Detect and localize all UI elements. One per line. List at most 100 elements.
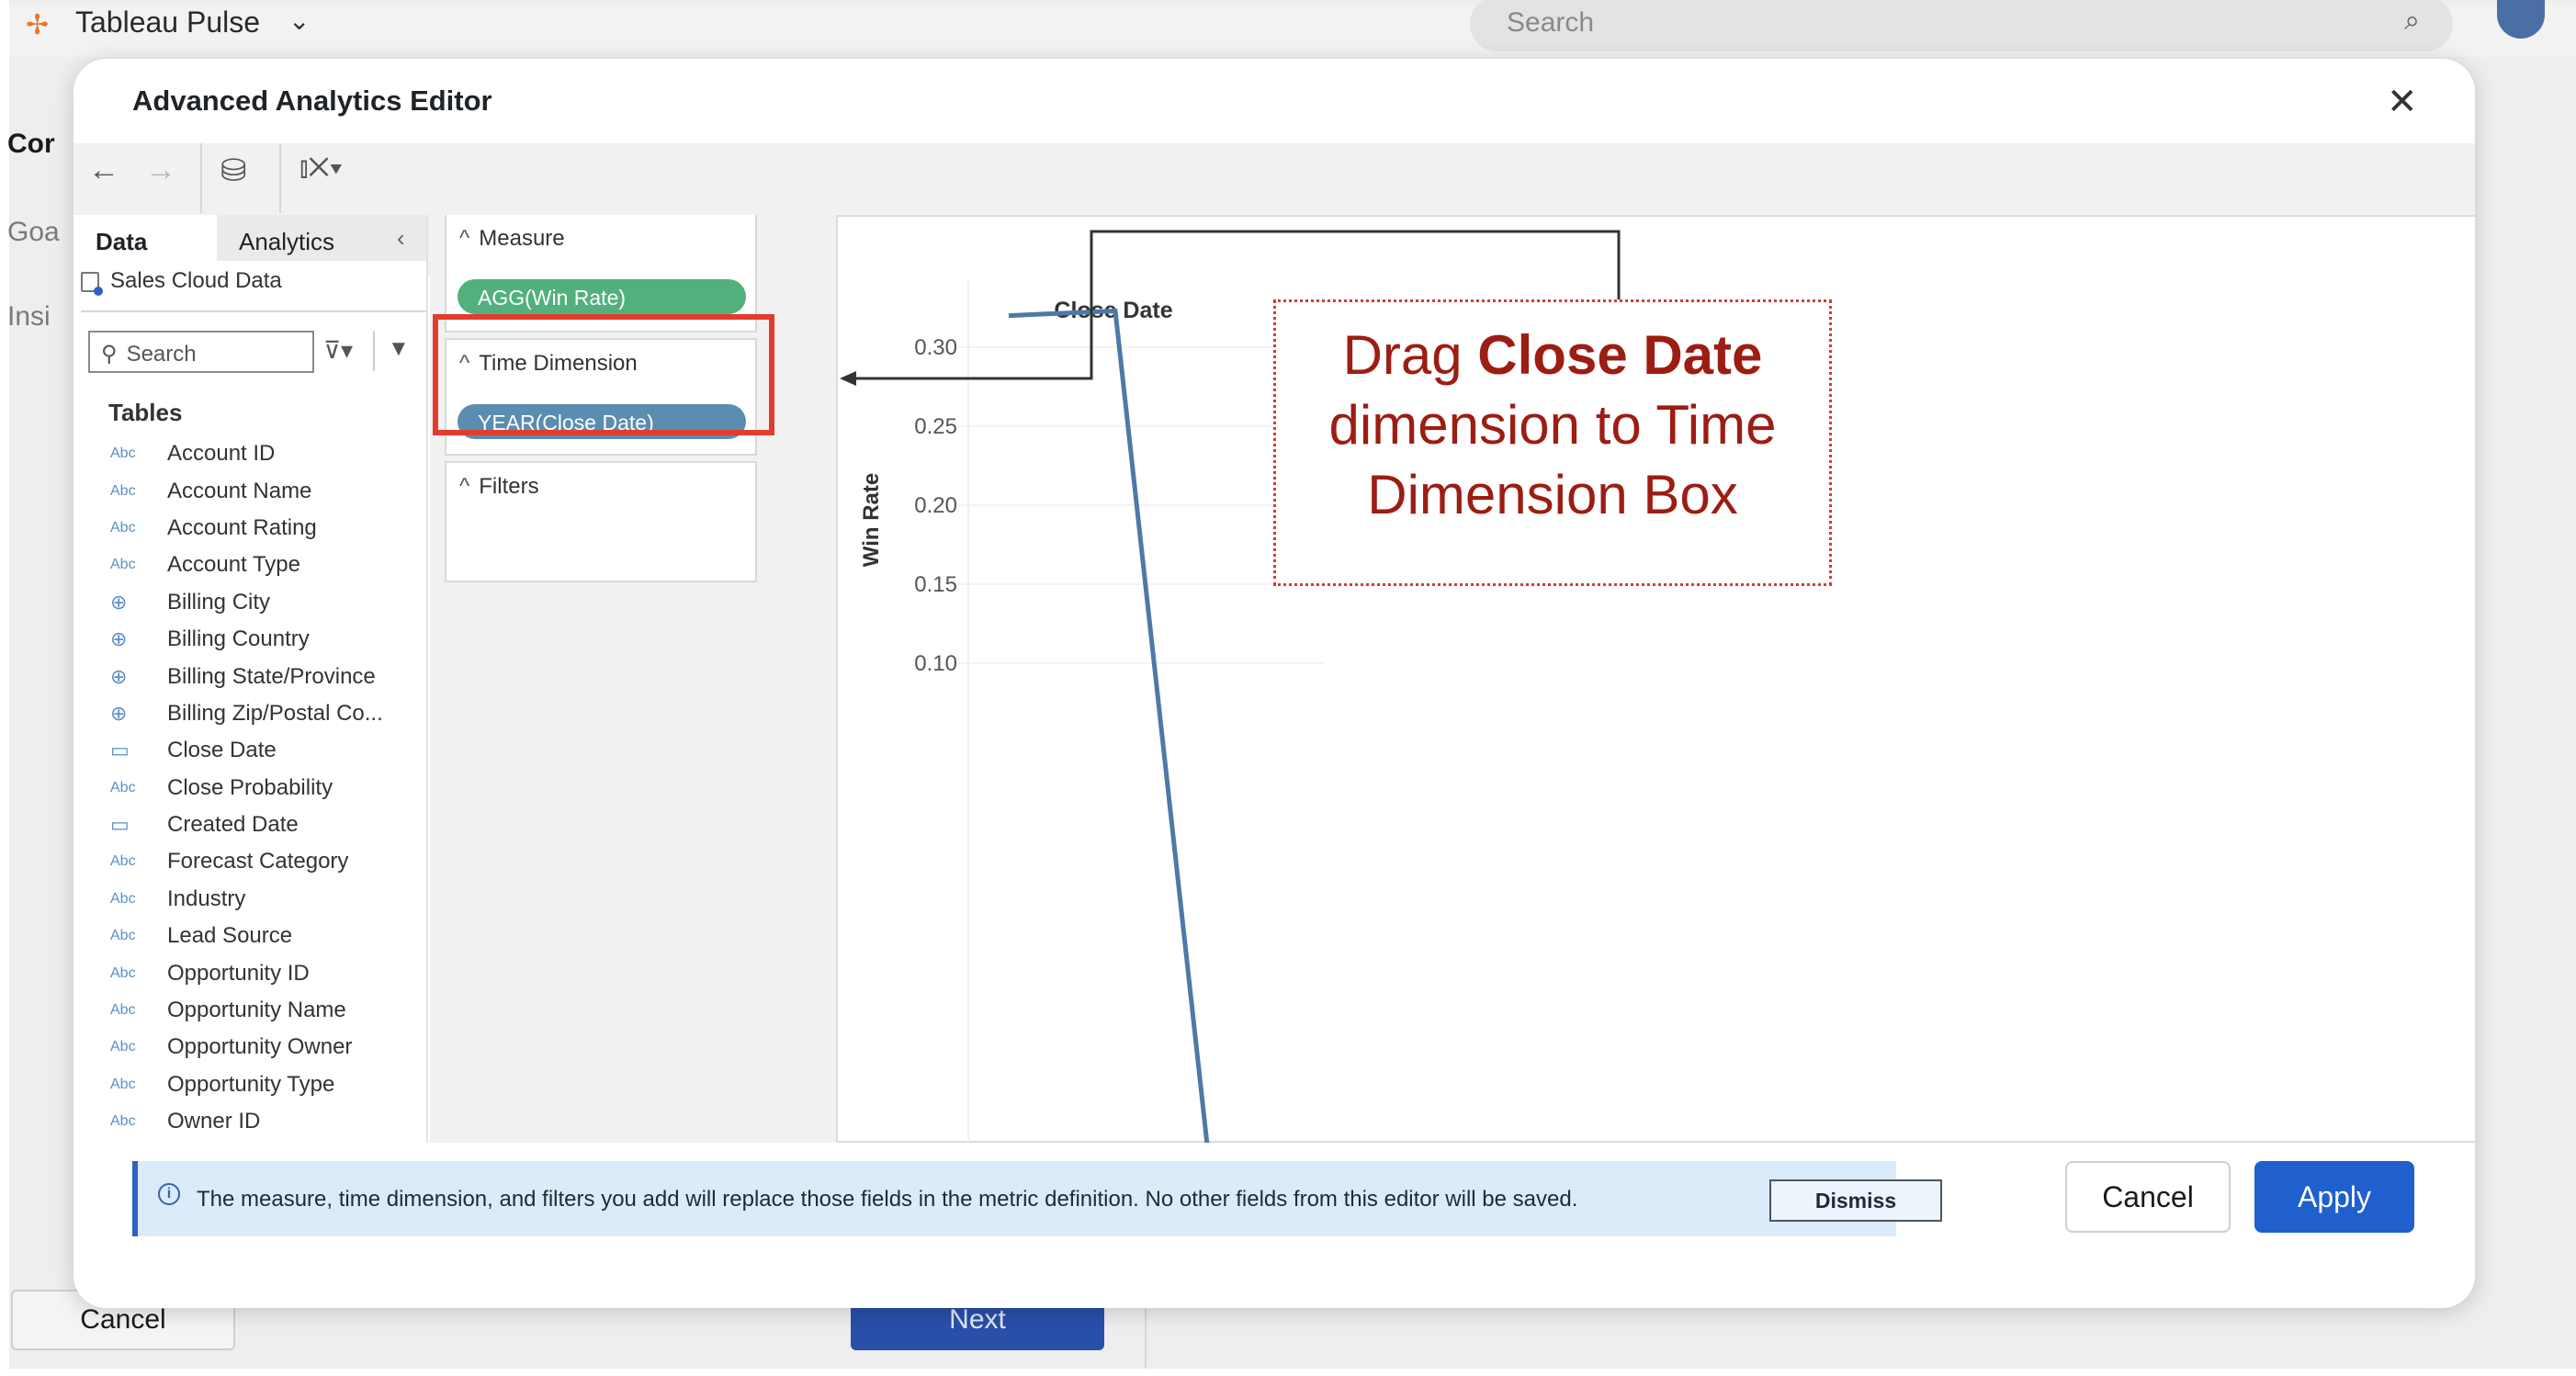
field-row[interactable]: Abc Account Name	[110, 472, 423, 509]
field-row[interactable]: Abc Opportunity Name	[110, 992, 423, 1029]
filters-shelf-header[interactable]: ^ Filters	[459, 474, 539, 500]
field-row[interactable]: Abc Industry	[110, 881, 423, 918]
data-pane: Data Analytics ‹ Sales Cloud Data ⚲ Searc…	[73, 215, 428, 1143]
search-icon: ⌕	[2404, 6, 2420, 36]
filters-shelf[interactable]: ^ Filters	[445, 461, 757, 582]
global-search-input[interactable]: Search ⌕	[1470, 0, 2453, 51]
field-name: Owner ID	[167, 1109, 261, 1134]
field-row[interactable]: Abc Opportunity Owner	[110, 1029, 423, 1066]
data-source-icon	[81, 271, 103, 296]
y-tick-label: 0.20	[914, 493, 957, 518]
field-row[interactable]: ▭ Created Date	[110, 806, 423, 843]
cancel-button[interactable]: Cancel	[2065, 1161, 2231, 1233]
field-row[interactable]: Abc Opportunity ID	[110, 954, 423, 991]
undo-icon[interactable]: ←	[88, 152, 119, 188]
instruction-callout: Drag Close Date dimension to Time Dimens…	[1273, 299, 1832, 586]
toolbar-separator	[279, 143, 281, 213]
globe-icon: ⊕	[110, 590, 128, 614]
toolbar-separator	[200, 143, 202, 213]
advanced-analytics-editor-dialog: Advanced Analytics Editor ✕ ← → ⛁ ⫾✕▾ Da…	[73, 59, 2475, 1308]
field-name: Opportunity Owner	[167, 1034, 353, 1060]
top-bar: ✢ Tableau Pulse ⌄ Search ⌕	[9, 0, 2576, 57]
chevron-up-icon: ^	[459, 226, 470, 251]
string-icon: Abc	[110, 853, 136, 870]
string-icon: Abc	[110, 1113, 136, 1130]
string-icon: Abc	[110, 890, 136, 907]
tab-data[interactable]: Data	[73, 215, 217, 261]
field-row[interactable]: ⊕ Billing Country	[110, 621, 423, 658]
collapse-pane-icon[interactable]: ‹	[397, 224, 405, 253]
connector-arrowhead	[840, 371, 856, 386]
page-left-edge	[0, 0, 9, 1376]
data-source[interactable]: Sales Cloud Data	[81, 268, 282, 296]
field-search-placeholder: Search	[126, 342, 197, 367]
redo-icon[interactable]: →	[145, 152, 176, 188]
field-row[interactable]: Abc Lead Source	[110, 918, 423, 954]
app-name[interactable]: Tableau Pulse	[75, 6, 260, 39]
globe-icon: ⊕	[110, 701, 128, 725]
field-row[interactable]: Abc Owner ID	[110, 1103, 423, 1140]
time-dimension-highlight-box	[433, 314, 774, 435]
string-icon: Abc	[110, 1002, 136, 1019]
field-row[interactable]: ⊕ Billing City	[110, 584, 423, 621]
y-tick-label: 0.25	[914, 414, 957, 439]
field-name: Industry	[167, 885, 246, 911]
field-name: Opportunity Name	[167, 998, 346, 1023]
field-name: Billing Country	[167, 626, 310, 652]
measure-pill[interactable]: AGG(Win Rate)	[458, 279, 746, 314]
filter-fields-icon[interactable]: ⊽▾	[323, 336, 353, 365]
y-tick-label: 0.10	[914, 651, 957, 676]
field-row[interactable]: Abc Account ID	[110, 435, 423, 472]
field-name: Account Type	[167, 552, 300, 578]
callout-text-after: dimension to Time Dimension Box	[1328, 394, 1777, 525]
global-search-placeholder: Search	[1507, 7, 1595, 38]
globe-icon: ⊕	[110, 664, 128, 688]
string-icon: Abc	[110, 928, 136, 944]
field-row[interactable]: Abc Close Probability	[110, 770, 423, 806]
data-pane-menu-icon[interactable]: ▼	[388, 336, 410, 362]
string-icon: Abc	[110, 1076, 136, 1092]
field-name: Close Probability	[167, 774, 333, 800]
divider	[81, 310, 428, 312]
pause-data-updates-icon[interactable]: ⛁	[220, 152, 247, 189]
search-icon: ⚲	[101, 342, 118, 367]
filters-shelf-label: Filters	[479, 474, 539, 499]
field-row[interactable]: Abc Forecast Category	[110, 843, 423, 880]
background-step-3: Insi	[7, 301, 51, 332]
tables-heading: Tables	[108, 399, 183, 426]
info-icon: i	[158, 1183, 180, 1205]
field-row[interactable]: ⊕ Billing Zip/Postal Co...	[110, 695, 423, 732]
field-name: Created Date	[167, 812, 299, 838]
field-row[interactable]: ▭ Close Date	[110, 732, 423, 769]
field-row[interactable]: Abc Account Rating	[110, 510, 423, 547]
calendar-icon: ▭	[110, 813, 130, 837]
field-name: Lead Source	[167, 923, 293, 949]
user-avatar[interactable]	[2497, 0, 2545, 39]
callout-text-bold: Close Date	[1477, 324, 1763, 386]
field-name: Account Name	[167, 478, 312, 503]
field-search-input[interactable]: ⚲ Search	[88, 331, 314, 373]
string-icon: Abc	[110, 1039, 136, 1055]
field-row[interactable]: Abc Account Type	[110, 547, 423, 583]
field-row[interactable]: ⊕ Billing State/Province	[110, 658, 423, 694]
tableau-logo-icon: ✢	[26, 10, 50, 40]
field-name: Billing State/Province	[167, 663, 376, 689]
string-icon: Abc	[110, 964, 136, 981]
shelves-pane: ^ Measure AGG(Win Rate) ^ Time Dimension Y…	[430, 215, 836, 1143]
clear-sheet-icon[interactable]: ⫾✕▾	[299, 152, 343, 184]
field-name: Opportunity Type	[167, 1071, 335, 1097]
string-icon: Abc	[110, 446, 136, 462]
field-name: Forecast Category	[167, 849, 349, 874]
divider	[373, 331, 375, 371]
measure-shelf-header[interactable]: ^ Measure	[459, 226, 565, 252]
field-name: Opportunity ID	[167, 960, 310, 986]
apply-button[interactable]: Apply	[2254, 1161, 2414, 1233]
app-switcher-chevron-icon[interactable]: ⌄	[288, 6, 310, 36]
string-icon: Abc	[110, 519, 136, 536]
measure-shelf-label: Measure	[479, 226, 565, 251]
close-icon[interactable]: ✕	[2387, 81, 2418, 123]
field-row[interactable]: Abc Opportunity Type	[110, 1066, 423, 1103]
string-icon: Abc	[110, 557, 136, 573]
dismiss-button[interactable]: Dismiss	[1769, 1179, 1942, 1222]
win-rate-series-line	[1008, 308, 1210, 1145]
